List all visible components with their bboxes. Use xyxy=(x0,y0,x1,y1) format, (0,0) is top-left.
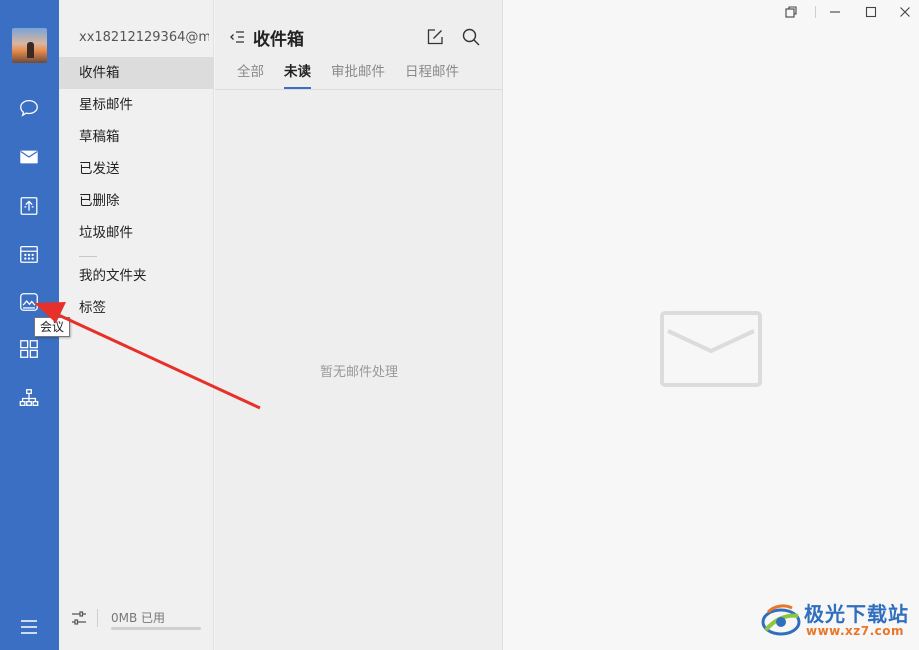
list-header: 收件箱 全部 未读 审批邮件 日程邮件 xyxy=(215,0,503,90)
storage-separator xyxy=(97,609,98,627)
storage-bar xyxy=(111,627,201,630)
pin-window-icon[interactable] xyxy=(783,4,799,20)
tab-unread[interactable]: 未读 xyxy=(284,62,311,89)
account-email[interactable]: xx18212129364@m... xyxy=(79,30,209,45)
empty-mail-icon xyxy=(660,311,762,387)
watermark-text: 极光下载站 xyxy=(804,602,909,626)
chat-bubble-icon[interactable] xyxy=(17,96,41,120)
compose-icon[interactable] xyxy=(425,27,445,47)
mail-icon[interactable] xyxy=(17,145,41,169)
tab-schedule[interactable]: 日程邮件 xyxy=(405,62,459,88)
folder-pane: xx18212129364@m... 收件箱 星标邮件 草稿箱 已发送 已删除 … xyxy=(59,0,214,650)
settings-sliders-icon[interactable] xyxy=(71,610,87,626)
search-icon[interactable] xyxy=(461,27,481,47)
minimize-icon[interactable] xyxy=(827,4,843,20)
filter-tabs: 全部 未读 审批邮件 日程邮件 xyxy=(237,62,479,89)
window-controls-separator xyxy=(815,6,816,18)
folder-starred[interactable]: 星标邮件 xyxy=(59,89,214,121)
folder-sent[interactable]: 已发送 xyxy=(59,153,214,185)
meeting-icon[interactable] xyxy=(17,290,41,314)
folder-deleted[interactable]: 已删除 xyxy=(59,185,214,217)
document-icon[interactable] xyxy=(17,194,41,218)
close-icon[interactable] xyxy=(897,4,913,20)
folder-inbox[interactable]: 收件箱 xyxy=(59,57,214,89)
message-list-pane: 收件箱 全部 未读 审批邮件 日程邮件 暂无邮件处理 xyxy=(215,0,503,650)
list-title: 收件箱 xyxy=(253,30,304,50)
hamburger-menu-icon[interactable] xyxy=(17,616,41,638)
avatar[interactable] xyxy=(12,28,47,63)
maximize-icon[interactable] xyxy=(863,4,879,20)
watermark-url: www.xz7.com xyxy=(806,624,905,638)
org-chart-icon[interactable] xyxy=(17,386,41,410)
folder-divider xyxy=(79,256,97,257)
watermark: 极光下载站 www.xz7.com xyxy=(760,598,915,644)
meeting-tooltip: 会议 xyxy=(34,317,71,337)
watermark-logo-icon xyxy=(760,600,802,640)
storage-label: 0MB 已用 xyxy=(111,611,166,625)
folder-spam[interactable]: 垃圾邮件 xyxy=(59,217,214,249)
folder-drafts[interactable]: 草稿箱 xyxy=(59,121,214,153)
tab-approval[interactable]: 审批邮件 xyxy=(331,62,385,88)
storage-indicator: 0MB 已用 xyxy=(71,606,203,634)
reading-pane xyxy=(503,0,919,650)
folder-my-folders[interactable]: 我的文件夹 xyxy=(59,260,214,292)
tab-all[interactable]: 全部 xyxy=(237,62,264,88)
empty-state-text: 暂无邮件处理 xyxy=(319,365,398,380)
folder-tags[interactable]: 标签 xyxy=(59,292,214,324)
apps-grid-icon[interactable] xyxy=(17,337,41,361)
collapse-sidebar-icon[interactable] xyxy=(229,28,245,46)
calendar-icon[interactable] xyxy=(17,242,41,266)
